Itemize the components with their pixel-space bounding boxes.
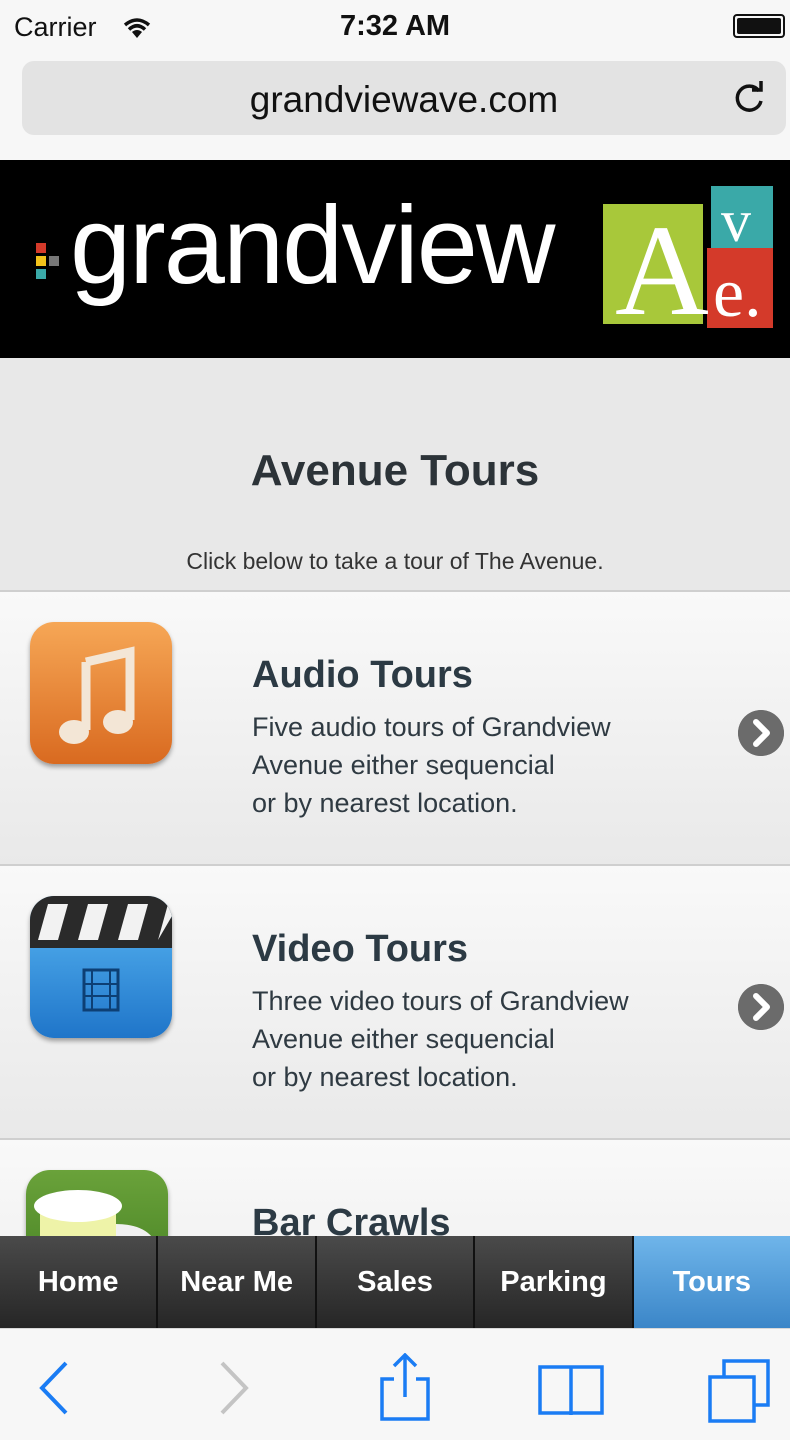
status-time: 7:32 AM (339, 10, 451, 42)
tab-tours[interactable]: Tours (633, 1236, 790, 1328)
page-title: Avenue Tours (250, 446, 540, 495)
tour-desc-line: Three video tours of Grandview (252, 986, 629, 1016)
browser-toolbar (0, 1328, 790, 1440)
site-tab-bar: Home Near Me Sales Parking Tours (0, 1236, 790, 1328)
chevron-right-icon[interactable] (738, 984, 784, 1030)
back-icon[interactable] (20, 1353, 90, 1423)
tour-desc-line: or by nearest location. (252, 788, 518, 818)
tour-description: Three video tours of Grandview Avenue ei… (252, 982, 712, 1096)
tour-desc-line: or by nearest location. (252, 1062, 518, 1092)
browser-url-area: grandviewave.com (0, 56, 790, 160)
svg-text:A: A (615, 199, 709, 332)
tour-item-video[interactable]: Video Tours Three video tours of Grandvi… (0, 866, 790, 1140)
chevron-right-icon[interactable] (738, 710, 784, 756)
svg-text:e.: e. (713, 255, 762, 332)
logo-text: grandview (70, 184, 555, 307)
clapperboard-icon (30, 896, 172, 1038)
tour-title: Video Tours (252, 928, 469, 970)
tour-desc-line: Five audio tours of Grandview (252, 712, 611, 742)
tour-desc-line: Avenue either sequencial (252, 750, 555, 780)
tab-near-me[interactable]: Near Me (158, 1236, 317, 1328)
url-bar[interactable]: grandviewave.com (22, 61, 786, 135)
tour-title: Audio Tours (252, 654, 473, 696)
url-text[interactable]: grandviewave.com (22, 79, 786, 121)
tour-desc-line: Avenue either sequencial (252, 1024, 555, 1054)
battery-icon (733, 14, 785, 38)
forward-icon[interactable] (198, 1353, 268, 1423)
page-subtitle: Click below to take a tour of The Avenue… (186, 548, 604, 574)
tabs-icon[interactable] (704, 1353, 774, 1423)
svg-text:v: v (721, 188, 751, 254)
tab-home[interactable]: Home (0, 1236, 159, 1328)
tours-header: Avenue Tours Click below to take a tour … (0, 358, 790, 592)
tab-parking[interactable]: Parking (475, 1236, 634, 1328)
tab-sales[interactable]: Sales (317, 1236, 476, 1328)
bookmarks-icon[interactable] (536, 1353, 606, 1423)
tour-item-audio[interactable]: Audio Tours Five audio tours of Grandvie… (0, 592, 790, 866)
status-bar: Carrier 7:32 AM (0, 0, 790, 56)
reload-icon[interactable] (730, 79, 768, 117)
tour-description: Five audio tours of Grandview Avenue eit… (252, 708, 712, 822)
ave-logo-mark: A v e. (603, 186, 773, 332)
music-note-icon (30, 622, 172, 764)
share-icon[interactable] (370, 1353, 440, 1423)
